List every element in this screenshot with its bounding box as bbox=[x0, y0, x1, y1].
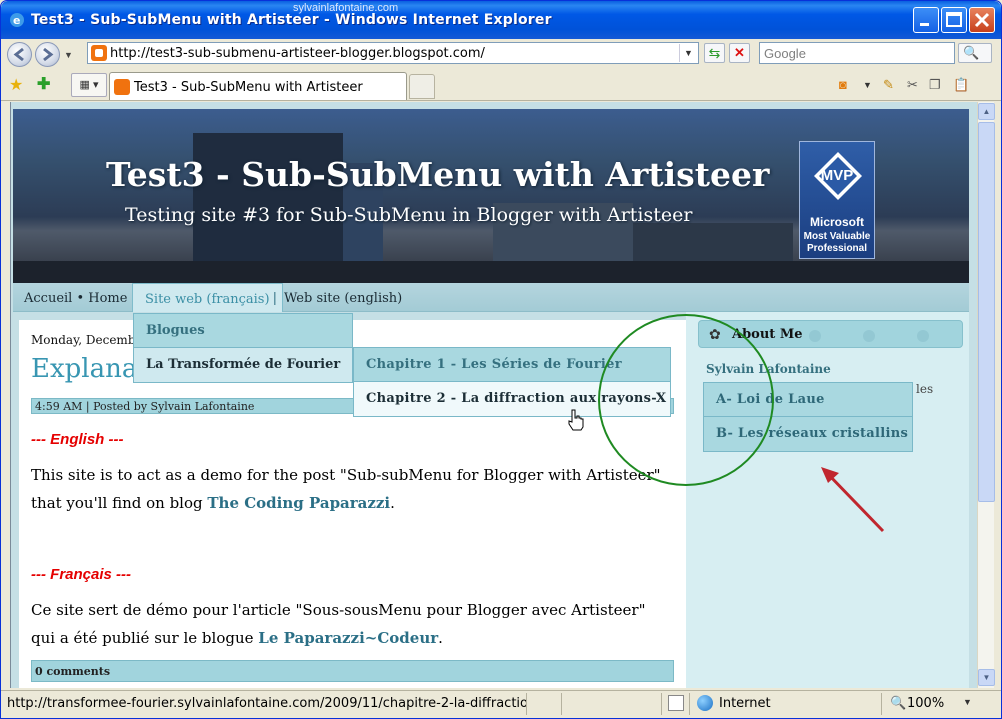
favorites-star-icon[interactable]: ★ bbox=[9, 75, 23, 95]
feed-dropdown-icon[interactable]: ▼ bbox=[863, 80, 872, 90]
blog-title[interactable]: Test3 - Sub-SubMenu with Artisteer bbox=[106, 155, 769, 194]
navigation-bar: ▼ http://test3-sub-submenu-artisteer-blo… bbox=[1, 39, 1001, 77]
history-dropdown-icon[interactable]: ▼ bbox=[64, 50, 73, 60]
new-tab-button[interactable] bbox=[409, 74, 435, 99]
page-viewport: Test3 - Sub-SubMenu with Artisteer Testi… bbox=[10, 102, 977, 688]
status-bar: http://transformee-fourier.sylvainlafont… bbox=[1, 690, 1001, 716]
address-bar[interactable]: http://test3-sub-submenu-artisteer-blogg… bbox=[87, 42, 699, 64]
status-divider bbox=[689, 693, 690, 715]
maximize-icon bbox=[946, 12, 962, 27]
header-dot bbox=[863, 330, 875, 342]
blogger-tab-icon bbox=[114, 79, 130, 95]
menu-item-site-francais[interactable]: Site web (français) bbox=[132, 283, 283, 312]
blog-subtitle: Testing site #3 for Sub-SubMenu in Blogg… bbox=[125, 204, 693, 226]
annotation-circle bbox=[598, 314, 774, 486]
title-bar[interactable]: sylvainlafontaine.com e Test3 - Sub-SubM… bbox=[1, 1, 1001, 39]
coding-paparazzi-link[interactable]: The Coding Paparazzi bbox=[207, 494, 390, 512]
menu-item-site-english[interactable]: Web site (english) bbox=[284, 291, 402, 306]
french-paragraph: Ce site sert de démo pour l'article "Sou… bbox=[31, 596, 671, 652]
mvp-line-2: Most Valuable bbox=[803, 231, 871, 242]
mvp-line-3: Professional bbox=[806, 243, 868, 254]
status-url: http://transformee-fourier.sylvainlafont… bbox=[7, 696, 527, 711]
minimize-button[interactable] bbox=[913, 7, 939, 33]
minimize-icon bbox=[920, 23, 929, 26]
french-heading: --- Français --- bbox=[31, 566, 132, 583]
mvp-logo-text: MVP bbox=[820, 167, 854, 184]
tab-active[interactable]: Test3 - Sub-SubMenu with Artisteer bbox=[109, 72, 407, 100]
refresh-icon: ⇆ bbox=[708, 45, 721, 61]
scroll-down-icon[interactable]: ▼ bbox=[978, 669, 995, 686]
window-title: Test3 - Sub-SubMenu with Artisteer - Win… bbox=[31, 12, 552, 28]
status-divider bbox=[561, 693, 562, 715]
rss-feed-icon[interactable]: ◙ bbox=[839, 77, 847, 92]
forward-button[interactable] bbox=[35, 42, 60, 67]
header-dot bbox=[809, 330, 821, 342]
scroll-up-icon[interactable]: ▲ bbox=[978, 103, 995, 120]
close-button[interactable] bbox=[969, 7, 995, 33]
post-date: Monday, December bbox=[31, 333, 149, 347]
tab-label: Test3 - Sub-SubMenu with Artisteer bbox=[134, 80, 363, 95]
tab-bar: ★ ✚ ▦ ▾ Test3 - Sub-SubMenu with Artiste… bbox=[1, 69, 1001, 101]
internet-globe-icon bbox=[697, 695, 713, 711]
search-button[interactable]: 🔍▼ bbox=[958, 43, 992, 77]
svg-text:e: e bbox=[13, 14, 20, 27]
quick-tabs-button[interactable]: ▦ ▾ bbox=[71, 73, 107, 97]
refresh-button[interactable]: ⇆ bbox=[704, 43, 725, 63]
mvp-microsoft: Microsoft bbox=[810, 215, 864, 229]
back-arrow-icon bbox=[13, 47, 24, 62]
back-button[interactable] bbox=[7, 42, 32, 67]
hand-cursor-icon bbox=[568, 409, 584, 431]
zoom-dropdown-icon[interactable]: ▼ bbox=[963, 697, 972, 707]
scroll-thumb[interactable] bbox=[978, 122, 995, 502]
vertical-scrollbar[interactable]: ▲ ▼ bbox=[977, 102, 995, 688]
edit-icon[interactable]: ✎ bbox=[883, 77, 894, 93]
maximize-button[interactable] bbox=[941, 7, 967, 33]
zoom-icon[interactable]: 🔍 bbox=[890, 695, 906, 711]
search-placeholder: Google bbox=[764, 46, 806, 61]
protected-mode-icon[interactable] bbox=[668, 695, 684, 711]
cut-icon[interactable]: ✂ bbox=[907, 77, 918, 93]
menu-separator: | bbox=[273, 289, 277, 305]
quick-tabs-icon: ▦ ▾ bbox=[79, 79, 99, 91]
status-divider bbox=[881, 693, 882, 715]
english-heading: --- English --- bbox=[31, 431, 124, 448]
stop-icon: ✕ bbox=[734, 45, 745, 60]
main-menu: Accueil • Home Site web (français) | Web… bbox=[13, 283, 969, 312]
header-dot bbox=[917, 330, 929, 342]
status-divider bbox=[661, 693, 662, 715]
english-period: . bbox=[390, 494, 395, 512]
menu-item-home[interactable]: Accueil • Home bbox=[24, 291, 127, 306]
close-icon bbox=[974, 12, 990, 28]
ie-logo-icon: e bbox=[10, 13, 24, 27]
english-paragraph: This site is to act as a demo for the po… bbox=[31, 461, 671, 517]
add-favorites-icon[interactable]: ✚ bbox=[37, 74, 50, 94]
forward-arrow-icon bbox=[43, 47, 54, 62]
stop-button[interactable]: ✕ bbox=[729, 43, 750, 63]
dropdown-item-transformee-fourier[interactable]: La Transformée de Fourier bbox=[134, 348, 352, 382]
blog-header: Test3 - Sub-SubMenu with Artisteer Testi… bbox=[13, 109, 969, 283]
header-ground bbox=[13, 261, 969, 283]
french-period: . bbox=[438, 629, 443, 647]
blogger-favicon-icon bbox=[91, 45, 107, 61]
search-input[interactable]: Google bbox=[759, 42, 955, 64]
status-divider bbox=[526, 693, 527, 715]
paste-icon[interactable]: 📋 bbox=[953, 77, 969, 93]
annotation-arrow-icon bbox=[821, 467, 885, 533]
sidebar-text-fragment: les bbox=[916, 382, 934, 396]
submenu-dropdown: Blogues La Transformée de Fourier bbox=[133, 313, 353, 383]
copy-icon[interactable]: ❐ bbox=[929, 77, 941, 93]
zoom-level[interactable]: 100% bbox=[907, 696, 944, 711]
paparazzi-codeur-link[interactable]: Le Paparazzi~Codeur bbox=[258, 629, 438, 647]
address-dropdown-icon[interactable]: ▼ bbox=[679, 44, 697, 62]
ie-window: sylvainlafontaine.com e Test3 - Sub-SubM… bbox=[0, 0, 1002, 719]
search-icon: 🔍 bbox=[963, 45, 980, 60]
comments-link[interactable]: 0 comments bbox=[31, 660, 674, 682]
mvp-badge[interactable]: MVP Microsoft Most Valuable Professional bbox=[799, 141, 875, 259]
dropdown-item-blogues[interactable]: Blogues bbox=[134, 314, 352, 348]
address-url[interactable]: http://test3-sub-submenu-artisteer-blogg… bbox=[110, 46, 485, 61]
security-zone[interactable]: Internet bbox=[719, 696, 771, 711]
